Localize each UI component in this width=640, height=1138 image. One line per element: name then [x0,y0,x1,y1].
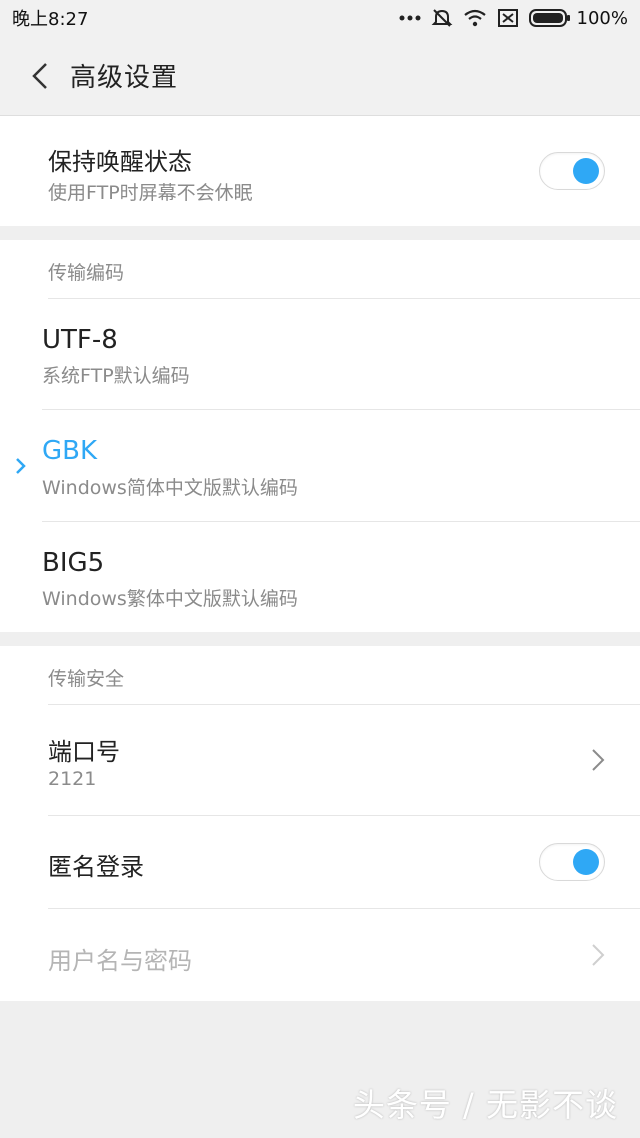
status-time: 晚上8:27 [12,9,89,30]
battery-indicator: 100% [528,7,628,29]
keep-awake-row[interactable]: 保持唤醒状态 使用FTP时屏幕不会休眠 [0,116,640,226]
credentials-row[interactable]: 用户名与密码 [0,909,640,1001]
option-title: UTF-8 [42,325,118,355]
port-value: 2121 [48,768,97,790]
toggle-knob [573,849,599,875]
keep-awake-title: 保持唤醒状态 [48,148,192,176]
toggle-knob [573,158,599,184]
more-dots-icon [399,14,421,22]
option-title-selected: GBK [42,436,98,466]
keep-awake-toggle[interactable] [539,152,605,190]
option-subtitle: Windows简体中文版默认编码 [42,477,298,499]
chevron-right-icon [592,944,605,966]
back-button[interactable] [12,48,68,104]
no-sim-icon [497,8,519,28]
chevron-right-icon [592,749,605,771]
anonymous-toggle[interactable] [539,843,605,881]
security-card: 传输安全 端口号 2121 匿名登录 用户名与密码 [0,646,640,1001]
encoding-option-gbk[interactable]: GBK Windows简体中文版默认编码 [0,410,640,521]
security-section-label: 传输安全 [48,668,125,690]
port-title: 端口号 [48,738,120,766]
option-title: BIG5 [42,548,105,578]
encoding-option-big5[interactable]: BIG5 Windows繁体中文版默认编码 [0,522,640,632]
encoding-section-label: 传输编码 [48,262,125,284]
credentials-title: 用户名与密码 [48,947,192,975]
keep-awake-card: 保持唤醒状态 使用FTP时屏幕不会休眠 [0,116,640,226]
keep-awake-subtitle: 使用FTP时屏幕不会休眠 [48,182,253,204]
option-subtitle: 系统FTP默认编码 [42,365,190,387]
watermark: 头条号 / 无影不谈 [352,1086,618,1124]
encoding-card: 传输编码 UTF-8 系统FTP默认编码 GBK Windows简体中文版默认编… [0,240,640,632]
battery-icon [528,9,570,27]
mute-bell-icon [431,7,453,29]
battery-percent: 100% [576,7,628,29]
page-title: 高级设置 [70,63,179,93]
selected-check-chevron-icon [16,458,26,474]
anonymous-title: 匿名登录 [48,853,144,881]
back-arrow-icon [32,62,47,89]
option-subtitle: Windows繁体中文版默认编码 [42,588,298,610]
status-bar: 晚上8:27 100% [0,0,640,36]
header: 高级设置 [0,36,640,116]
status-icons: 100% [399,7,628,29]
wifi-icon [463,9,487,27]
encoding-option-utf8[interactable]: UTF-8 系统FTP默认编码 [0,299,640,409]
anonymous-row[interactable]: 匿名登录 [0,816,640,908]
port-row[interactable]: 端口号 2121 [0,705,640,815]
